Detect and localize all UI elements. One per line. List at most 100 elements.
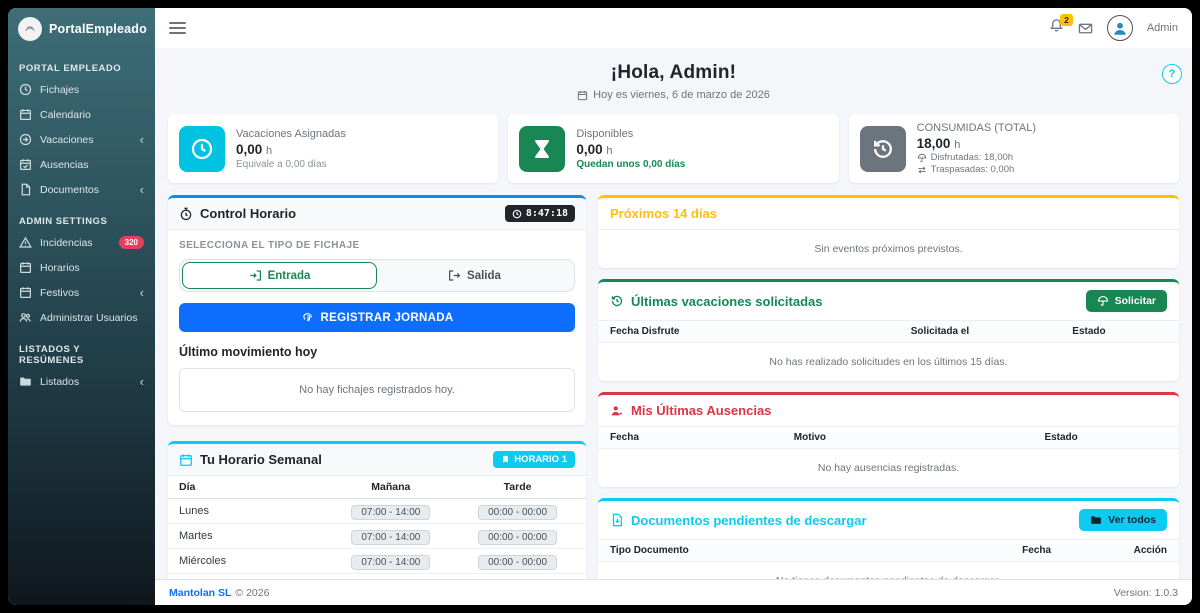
greeting-block: ¡Hola, Admin! Hoy es viernes, 6 de marzo… xyxy=(168,62,1179,101)
documentos-pendientes-panel: Documentos pendientes de descargar Ver t… xyxy=(598,498,1179,579)
file-download-icon xyxy=(610,513,624,527)
stat-card-disponibles: Disponibles 0,00 h Quedan unos 0,00 días xyxy=(508,114,838,183)
absences-table-header: Fecha Motivo Estado xyxy=(598,426,1179,449)
tab-entrada[interactable]: Entrada xyxy=(182,262,377,289)
solicitar-label: Solicitar xyxy=(1115,295,1156,307)
sidebar-item-fichajes[interactable]: Fichajes xyxy=(8,77,155,102)
fichaje-type-label: SELECCIONA EL TIPO DE FICHAJE xyxy=(179,240,575,251)
sidebar-item-incidencias[interactable]: Incidencias 320 xyxy=(8,230,155,255)
column-header: Tipo Documento xyxy=(610,545,1022,556)
time-range: 07:00 - 14:00 xyxy=(351,505,430,520)
version-label: Version: 1.0.3 xyxy=(1114,587,1178,599)
time-range: 00:00 - 00:00 xyxy=(478,555,557,570)
time-range: 07:00 - 14:00 xyxy=(351,530,430,545)
today-date-label: Hoy es viernes, 6 de marzo de 2026 xyxy=(593,89,770,101)
messages-button[interactable] xyxy=(1078,21,1093,36)
ver-todos-button[interactable]: Ver todos xyxy=(1079,509,1167,531)
day-label: Martes xyxy=(179,530,322,542)
sidebar-item-ausencias[interactable]: Ausencias xyxy=(8,152,155,177)
stopwatch-icon xyxy=(179,207,193,221)
brand[interactable]: PortalEmpleado xyxy=(8,8,155,49)
clock-icon xyxy=(512,209,522,219)
column-header: Estado xyxy=(1044,432,1167,443)
column-header: Fecha xyxy=(1022,545,1111,556)
column-header: Día xyxy=(179,481,322,493)
sidebar-item-listados[interactable]: Listados ‹ xyxy=(8,369,155,394)
sidebar-item-documentos[interactable]: Documentos ‹ xyxy=(8,177,155,202)
menu-toggle-icon[interactable] xyxy=(169,19,186,37)
sidebar-item-label: Documentos xyxy=(40,184,99,196)
calendar-check-icon xyxy=(19,158,32,171)
proximos-dias-panel: Próximos 14 días Sin eventos próximos pr… xyxy=(598,195,1179,268)
fichajes-empty-state: No hay fichajes registrados hoy. xyxy=(179,368,575,412)
sidebar-item-horarios[interactable]: Horarios xyxy=(8,255,155,280)
clock-icon xyxy=(19,83,32,96)
horario-badge[interactable]: HORARIO 1 xyxy=(493,451,575,468)
sidebar-item-label: Calendario xyxy=(40,109,91,121)
last-movement-title: Último movimiento hoy xyxy=(179,345,575,359)
solicitar-button[interactable]: Solicitar xyxy=(1086,290,1167,312)
door-enter-icon xyxy=(249,269,262,282)
section-label: PORTAL EMPLEADO xyxy=(8,55,155,77)
sidebar-item-administrar-usuarios[interactable]: Administrar Usuarios xyxy=(8,305,155,330)
username-label[interactable]: Admin xyxy=(1147,22,1178,34)
sidebar-section-listados: LISTADOS Y RESÚMENES Listados ‹ xyxy=(8,336,155,394)
top-navbar: 2 Admin xyxy=(155,8,1192,48)
sidebar: PortalEmpleado PORTAL EMPLEADO Fichajes … xyxy=(8,8,155,605)
sidebar-section-admin-settings: ADMIN SETTINGS Incidencias 320 Horarios … xyxy=(8,208,155,330)
company-link[interactable]: Mantolan SL xyxy=(169,587,231,599)
section-label: LISTADOS Y RESÚMENES xyxy=(8,336,155,369)
stat-value: 0,00 xyxy=(576,142,602,157)
sidebar-item-calendario[interactable]: Calendario xyxy=(8,102,155,127)
stat-title: Vacaciones Asignadas xyxy=(236,128,346,140)
registrar-jornada-label: REGISTRAR JORNADA xyxy=(321,312,454,324)
calendar-icon xyxy=(179,453,193,467)
column-header: Fecha xyxy=(610,432,794,443)
sidebar-item-vacaciones[interactable]: Vacaciones ‹ xyxy=(8,127,155,152)
sidebar-item-label: Festivos xyxy=(40,287,79,299)
ausencias-panel: Mis Últimas Ausencias Fecha Motivo Estad… xyxy=(598,392,1179,487)
incidencias-count-badge: 320 xyxy=(119,236,144,249)
calendar-icon xyxy=(19,108,32,121)
help-button[interactable]: ? xyxy=(1162,64,1182,84)
users-icon xyxy=(19,311,32,324)
stat-value: 18,00 xyxy=(917,136,951,151)
sidebar-item-festivos[interactable]: Festivos ‹ xyxy=(8,280,155,305)
door-exit-icon xyxy=(448,269,461,282)
user-avatar[interactable] xyxy=(1107,15,1133,41)
copyright-label: © 2026 xyxy=(235,587,269,599)
panel-title: Últimas vacaciones solicitadas xyxy=(631,294,822,309)
footer: Mantolan SL © 2026 Version: 1.0.3 xyxy=(155,579,1192,605)
transfer-arrows-icon xyxy=(917,165,927,175)
registrar-jornada-button[interactable]: REGISTRAR JORNADA xyxy=(179,303,575,332)
panel-title: Mis Últimas Ausencias xyxy=(631,403,771,418)
horario-badge-label: HORARIO 1 xyxy=(514,454,567,465)
weekly-schedule-table: Día Mañana Tarde Lunes 07:00 - 14:00 00:… xyxy=(168,476,586,579)
tab-salida[interactable]: Salida xyxy=(377,262,572,289)
documents-empty-state: No tienes documentos pendientes de desca… xyxy=(598,562,1179,579)
page-content: ¡Hola, Admin! Hoy es viernes, 6 de marzo… xyxy=(155,48,1192,579)
time-range: 00:00 - 00:00 xyxy=(478,505,557,520)
stat-subtitle: Quedan unos 0,00 días xyxy=(576,159,685,170)
file-icon xyxy=(19,183,32,196)
fichaje-type-switch: Entrada Salida xyxy=(179,259,575,292)
live-clock-badge: 8:47:18 xyxy=(505,205,575,222)
notifications-button[interactable]: 2 xyxy=(1049,18,1064,38)
hourglass-icon xyxy=(519,126,565,172)
stat-unit: h xyxy=(954,139,960,151)
person-minus-icon xyxy=(610,404,624,418)
stat-value: 0,00 xyxy=(236,142,262,157)
day-label: Miércoles xyxy=(179,555,322,567)
chevron-left-icon: ‹ xyxy=(140,185,144,195)
calendar-icon xyxy=(577,90,588,101)
folder-icon xyxy=(1090,514,1102,526)
sidebar-item-label: Listados xyxy=(40,376,79,388)
tab-entrada-label: Entrada xyxy=(268,270,311,282)
stat-title: Disponibles xyxy=(576,128,685,140)
history-icon xyxy=(610,294,624,308)
chevron-left-icon: ‹ xyxy=(140,288,144,298)
fingerprint-icon xyxy=(301,311,314,324)
documents-table-header: Tipo Documento Fecha Acción xyxy=(598,539,1179,562)
column-header: Mañana xyxy=(322,481,461,493)
stat-detail: Disfrutadas: 18,00h xyxy=(931,152,1013,163)
